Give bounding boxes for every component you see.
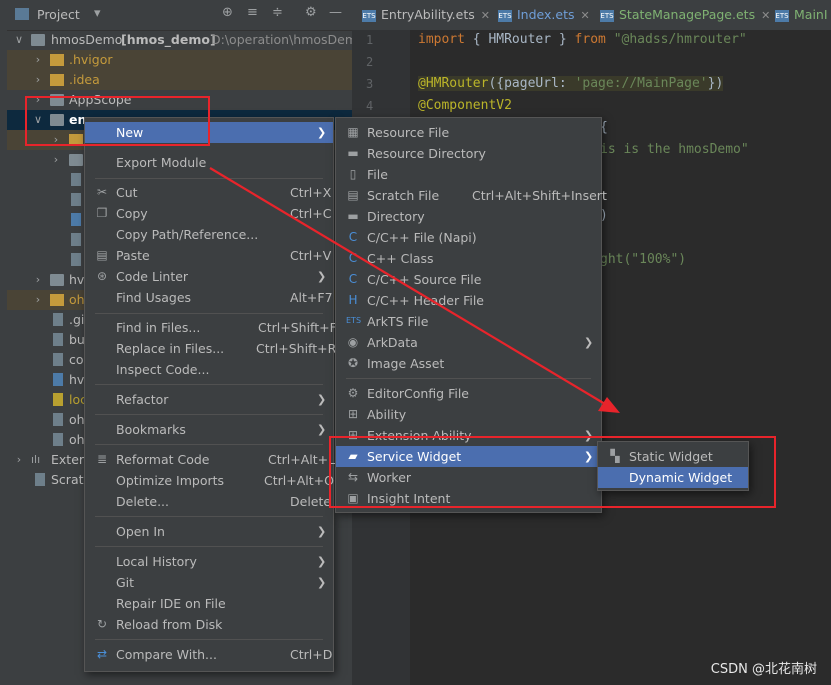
watermark: CSDN @北花南树 (710, 662, 817, 677)
annotation-arrow (209, 167, 620, 413)
arrow-line (209, 167, 606, 405)
arrow-head (598, 397, 620, 413)
